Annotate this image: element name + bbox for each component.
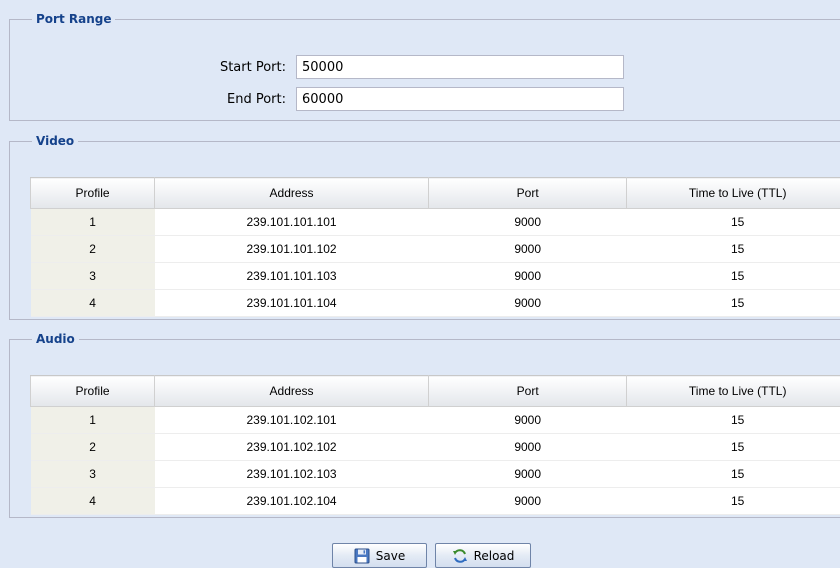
column-header-address[interactable]: Address: [154, 177, 429, 209]
profile-cell: 3: [30, 460, 155, 488]
column-header-port[interactable]: Port: [427, 375, 628, 407]
port-cell[interactable]: 9000: [428, 406, 627, 434]
profile-cell: 3: [30, 262, 155, 290]
address-cell[interactable]: 239.101.102.102: [154, 433, 429, 461]
audio-table: Profile Address Port Time to Live (TTL) …: [29, 375, 840, 515]
profile-cell: 2: [30, 433, 155, 461]
address-cell[interactable]: 239.101.101.101: [154, 208, 429, 236]
ttl-cell[interactable]: 15: [626, 208, 840, 236]
table-row[interactable]: 4 239.101.101.104 9000 15: [30, 289, 840, 317]
port-cell[interactable]: 9000: [428, 235, 627, 263]
start-port-label: Start Port:: [219, 59, 286, 75]
table-row[interactable]: 4 239.101.102.104 9000 15: [30, 487, 840, 515]
column-header-profile[interactable]: Profile: [29, 177, 156, 209]
address-cell[interactable]: 239.101.102.104: [154, 487, 429, 515]
ttl-cell[interactable]: 15: [626, 289, 840, 317]
address-cell[interactable]: 239.101.101.102: [154, 235, 429, 263]
start-port-input[interactable]: [296, 55, 624, 79]
column-header-ttl[interactable]: Time to Live (TTL): [626, 177, 840, 209]
save-button[interactable]: Save: [332, 543, 427, 568]
column-header-ttl[interactable]: Time to Live (TTL): [626, 375, 840, 407]
reload-button-label: Reload: [473, 548, 515, 563]
address-cell[interactable]: 239.101.101.103: [154, 262, 429, 290]
port-cell[interactable]: 9000: [428, 262, 627, 290]
address-cell[interactable]: 239.101.101.104: [154, 289, 429, 317]
video-legend: Video: [36, 134, 75, 148]
port-range-section: Port Range Start Port: End Port:: [9, 12, 840, 121]
table-row[interactable]: 1 239.101.101.101 9000 15: [30, 208, 840, 236]
profile-cell: 4: [30, 487, 155, 515]
profile-cell: 2: [30, 235, 155, 263]
audio-header-row: Profile Address Port Time to Live (TTL): [29, 375, 840, 407]
profile-cell: 1: [30, 406, 155, 434]
table-row[interactable]: 2 239.101.101.102 9000 15: [30, 235, 840, 263]
video-section: Video Profile Address Port Time to Live …: [9, 134, 840, 320]
start-port-row: Start Port:: [10, 55, 624, 79]
audio-legend: Audio: [36, 332, 75, 346]
ttl-cell[interactable]: 15: [626, 460, 840, 488]
video-table: Profile Address Port Time to Live (TTL) …: [29, 177, 840, 317]
column-header-address[interactable]: Address: [154, 375, 429, 407]
port-cell[interactable]: 9000: [428, 433, 627, 461]
address-cell[interactable]: 239.101.102.101: [154, 406, 429, 434]
ttl-cell[interactable]: 15: [626, 406, 840, 434]
table-row[interactable]: 1 239.101.102.101 9000 15: [30, 406, 840, 434]
column-header-profile[interactable]: Profile: [29, 375, 156, 407]
port-cell[interactable]: 9000: [428, 289, 627, 317]
video-header-row: Profile Address Port Time to Live (TTL): [29, 177, 840, 209]
profile-cell: 4: [30, 289, 155, 317]
ttl-cell[interactable]: 15: [626, 433, 840, 461]
port-cell[interactable]: 9000: [428, 487, 627, 515]
address-cell[interactable]: 239.101.102.103: [154, 460, 429, 488]
floppy-disk-icon: [354, 548, 370, 564]
audio-section: Audio Profile Address Port Time to Live …: [9, 332, 840, 518]
table-row[interactable]: 3 239.101.102.103 9000 15: [30, 460, 840, 488]
end-port-label: End Port:: [227, 91, 286, 107]
port-cell[interactable]: 9000: [428, 460, 627, 488]
column-header-port[interactable]: Port: [427, 177, 628, 209]
ttl-cell[interactable]: 15: [626, 235, 840, 263]
refresh-icon: [452, 548, 468, 564]
table-row[interactable]: 3 239.101.101.103 9000 15: [30, 262, 840, 290]
profile-cell: 1: [30, 208, 155, 236]
table-row[interactable]: 2 239.101.102.102 9000 15: [30, 433, 840, 461]
save-button-label: Save: [375, 548, 406, 563]
ttl-cell[interactable]: 15: [626, 487, 840, 515]
port-cell[interactable]: 9000: [428, 208, 627, 236]
reload-button[interactable]: Reload: [435, 543, 531, 568]
end-port-row: End Port:: [10, 87, 624, 111]
ttl-cell[interactable]: 15: [626, 262, 840, 290]
port-range-legend: Port Range: [36, 12, 112, 26]
end-port-input[interactable]: [296, 87, 624, 111]
